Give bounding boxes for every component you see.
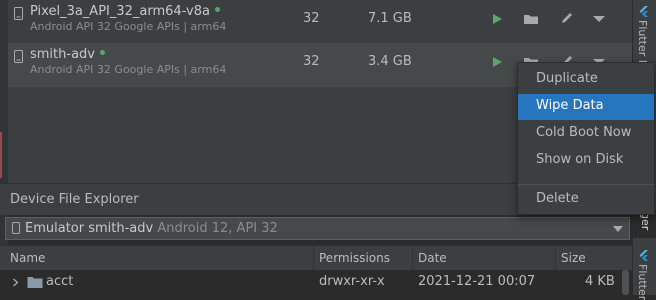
device-selector-value: Emulator smith-adv Android 12, API 32 bbox=[25, 221, 278, 236]
avd-api-level: 32 bbox=[303, 54, 320, 69]
table-row[interactable]: acct drwxr-xr-x 2021-12-21 00:07 4 KB bbox=[0, 270, 632, 295]
avd-subtitle: Android API 32 Google APIs | arm64 bbox=[30, 20, 227, 33]
online-indicator bbox=[100, 50, 105, 55]
file-table-header: Name Permissions Date Size bbox=[0, 245, 632, 271]
avd-size: 7.1 GB bbox=[368, 11, 412, 26]
chevron-right-icon[interactable] bbox=[12, 278, 19, 287]
folder-icon bbox=[27, 277, 43, 288]
avd-row-pixel[interactable]: Pixel_3a_API_32_arm64-v8a Android API 32… bbox=[8, 0, 632, 44]
menu-separator bbox=[518, 184, 654, 185]
play-icon[interactable] bbox=[488, 10, 506, 28]
play-icon[interactable] bbox=[488, 53, 506, 71]
column-size[interactable]: Size bbox=[561, 251, 586, 265]
menu-item-cold-boot-now[interactable]: Cold Boot Now bbox=[518, 121, 654, 147]
file-size: 4 KB bbox=[585, 274, 615, 289]
chevron-down-icon[interactable] bbox=[590, 10, 608, 28]
pencil-icon[interactable] bbox=[558, 10, 576, 28]
menu-item-show-on-disk[interactable]: Show on Disk bbox=[518, 148, 654, 174]
device-selector[interactable]: Emulator smith-adv Android 12, API 32 bbox=[5, 217, 630, 240]
scrollbar[interactable] bbox=[622, 270, 629, 295]
column-divider[interactable] bbox=[313, 246, 314, 270]
flutter-icon bbox=[639, 6, 648, 17]
avd-subtitle: Android API 32 Google APIs | arm64 bbox=[30, 63, 227, 76]
column-divider[interactable] bbox=[555, 246, 556, 270]
device-phone-icon bbox=[14, 7, 23, 20]
avd-name: smith-adv bbox=[30, 47, 105, 62]
column-date[interactable]: Date bbox=[418, 251, 447, 265]
folder-icon[interactable] bbox=[522, 10, 540, 28]
device-phone-icon bbox=[14, 50, 23, 63]
dropdown-arrow-icon[interactable] bbox=[613, 226, 623, 232]
menu-item-duplicate[interactable]: Duplicate bbox=[518, 67, 654, 93]
panel-title: Device File Explorer bbox=[10, 192, 139, 207]
avd-api-level: 32 bbox=[303, 11, 320, 26]
column-name[interactable]: Name bbox=[10, 251, 45, 265]
menu-item-wipe-data[interactable]: Wipe Data bbox=[518, 94, 654, 120]
avd-name: Pixel_3a_API_32_arm64-v8a bbox=[30, 4, 220, 19]
file-permissions: drwxr-xr-x bbox=[319, 274, 385, 289]
device-phone-icon bbox=[12, 222, 20, 234]
online-indicator bbox=[214, 7, 220, 12]
avd-size: 3.4 GB bbox=[368, 54, 412, 69]
gutter-marker bbox=[0, 132, 2, 178]
file-date: 2021-12-21 00:07 bbox=[418, 274, 536, 289]
context-menu: Duplicate Wipe Data Cold Boot Now Show o… bbox=[517, 62, 655, 215]
column-permissions[interactable]: Permissions bbox=[319, 251, 390, 265]
menu-item-delete[interactable]: Delete bbox=[518, 187, 654, 213]
column-divider[interactable] bbox=[412, 246, 413, 270]
file-name: acct bbox=[46, 274, 74, 289]
flutter-icon bbox=[639, 250, 648, 261]
